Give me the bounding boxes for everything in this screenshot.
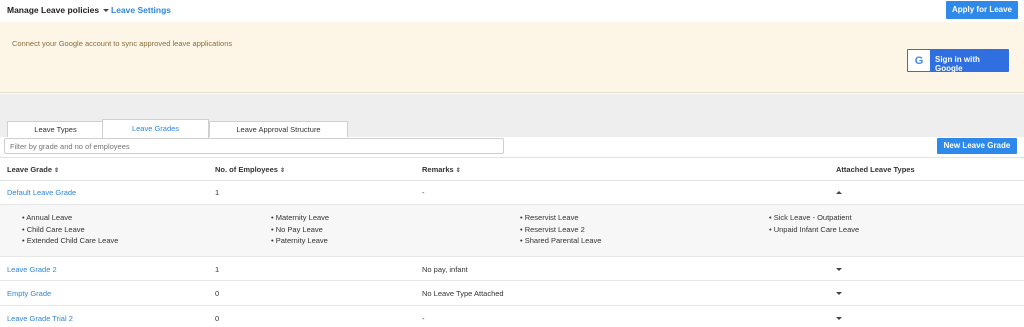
table-row: Default Leave Grade 1 - <box>0 181 1024 205</box>
column-label: Remarks <box>422 165 454 174</box>
remarks: - <box>422 188 425 197</box>
leave-type-item: • Extended Child Care Leave <box>22 236 119 245</box>
table-row: Leave Grade Trial 2 0 - <box>0 306 1024 327</box>
tab-leave-grades[interactable]: Leave Grades <box>102 119 209 138</box>
top-bar: Manage Leave policies Leave Settings App… <box>0 0 1024 22</box>
tab-leave-types[interactable]: Leave Types <box>7 121 104 137</box>
remarks: No Leave Type Attached <box>422 289 504 298</box>
leave-type-item: • Unpaid Infant Care Leave <box>769 224 860 234</box>
remarks: - <box>422 314 425 323</box>
remarks: No pay, infant <box>422 265 468 274</box>
employee-count: 0 <box>215 314 220 323</box>
column-remarks[interactable]: Remarks ⇕ <box>422 165 461 174</box>
leave-settings-link[interactable]: Leave Settings <box>111 5 171 15</box>
manage-leave-policies-menu[interactable]: Manage Leave policies <box>7 5 110 15</box>
column-attached-leave-types: Attached Leave Types <box>836 165 915 174</box>
leave-type-item: • Maternity Leave <box>271 213 330 222</box>
expand-icon[interactable] <box>836 268 842 271</box>
leave-grade-link[interactable]: Default Leave Grade <box>7 188 76 197</box>
leave-type-item: • Shared Parental Leave <box>520 236 602 245</box>
leave-grade-link[interactable]: Leave Grade 2 <box>7 265 57 274</box>
column-label: No. of Employees <box>215 165 278 174</box>
attached-leave-types-panel: • Annual Leave • Child Care Leave • Exte… <box>0 205 1024 257</box>
table-row: Leave Grade 2 1 No pay, infant <box>0 257 1024 281</box>
filter-input[interactable] <box>4 138 504 154</box>
apply-for-leave-button[interactable]: Apply for Leave <box>946 1 1018 19</box>
google-icon: G <box>908 50 930 71</box>
employee-count: 1 <box>215 188 220 197</box>
column-no-of-employees[interactable]: No. of Employees ⇕ <box>215 165 285 174</box>
banner-message: Connect your Google account to sync appr… <box>12 39 233 48</box>
new-leave-grade-button[interactable]: New Leave Grade <box>937 138 1017 154</box>
collapse-icon[interactable] <box>836 191 842 194</box>
expand-icon[interactable] <box>836 317 842 320</box>
leave-type-item: • Paternity Leave <box>271 236 328 245</box>
leave-type-item: • No Pay Leave <box>271 224 323 234</box>
leave-type-item: • Reservist Leave 2 <box>520 224 585 234</box>
leave-type-column: • Reservist Leave • Reservist Leave 2 • … <box>520 212 601 247</box>
page-title: Manage Leave policies <box>7 5 100 15</box>
leave-type-item: • Child Care Leave <box>22 224 85 234</box>
column-label: Leave Grade <box>7 165 53 174</box>
expand-icon[interactable] <box>836 292 842 295</box>
leave-type-column: • Maternity Leave • No Pay Leave • Pater… <box>271 212 329 247</box>
employee-count: 0 <box>215 289 220 298</box>
employee-count: 1 <box>215 265 220 274</box>
table-row: Empty Grade 0 No Leave Type Attached <box>0 281 1024 306</box>
leave-type-item: • Reservist Leave <box>520 213 579 222</box>
leave-type-item: • Sick Leave - Outpatient <box>769 213 852 222</box>
tab-leave-approval-structure[interactable]: Leave Approval Structure <box>209 121 348 137</box>
leave-grade-link[interactable]: Leave Grade Trial 2 <box>7 314 73 323</box>
sort-icon: ⇕ <box>54 168 60 174</box>
sort-icon: ⇕ <box>279 168 285 174</box>
leave-grade-link[interactable]: Empty Grade <box>7 289 51 298</box>
leave-type-column: • Annual Leave • Child Care Leave • Exte… <box>22 212 118 247</box>
leave-type-item: • Annual Leave <box>22 213 73 222</box>
leave-type-column: • Sick Leave - Outpatient • Unpaid Infan… <box>769 212 859 235</box>
sign-in-with-google-button[interactable]: G Sign in with Google <box>907 49 1009 73</box>
caret-down-icon <box>103 9 110 13</box>
column-leave-grade[interactable]: Leave Grade ⇕ <box>7 165 59 174</box>
table-header: Leave Grade ⇕ No. of Employees ⇕ Remarks ⇕ … <box>0 157 1024 181</box>
sign-in-label: Sign in with Google <box>935 55 980 73</box>
sort-icon: ⇕ <box>455 168 461 174</box>
google-sync-banner: Connect your Google account to sync appr… <box>0 22 1024 93</box>
